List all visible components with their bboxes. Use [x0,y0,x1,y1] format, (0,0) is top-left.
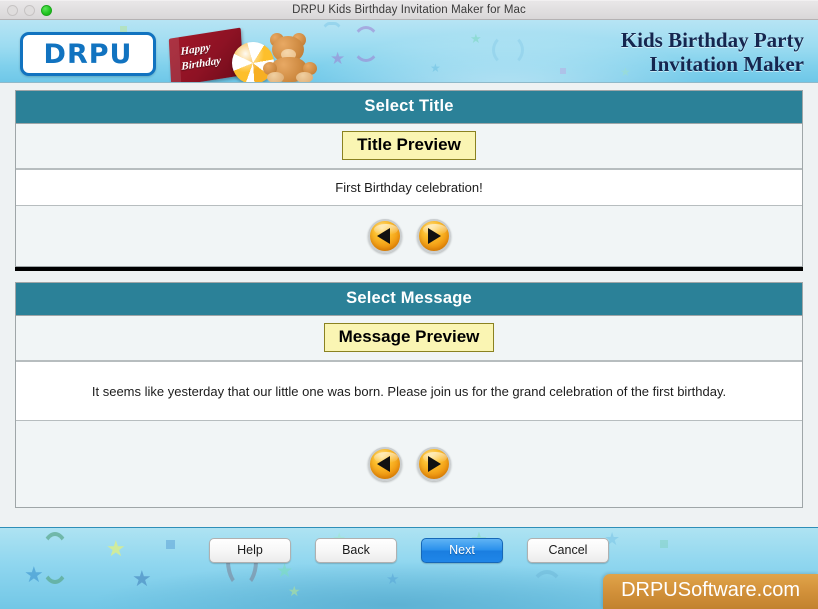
dialog-button-bar: Help Back Next Cancel [0,538,818,563]
message-value-display: It seems like yesterday that our little … [16,361,802,421]
title-preview-chip: Title Preview [342,131,476,160]
star-decoration [330,50,345,67]
help-button[interactable]: Help [209,538,291,563]
window-title: DRPU Kids Birthday Invitation Maker for … [292,4,526,16]
main-content: Select Title Title Preview First Birthda… [0,83,818,527]
select-title-panel: Select Title Title Preview First Birthda… [15,90,803,267]
app-header-title-line2: Invitation Maker [649,52,804,76]
select-title-header: Select Title [16,91,802,124]
message-next-button[interactable] [416,447,451,481]
window-controls [7,5,52,16]
minimize-button[interactable] [24,5,35,16]
arrow-left-icon [377,228,390,244]
card-spine [168,37,182,82]
message-previous-button[interactable] [367,447,402,481]
close-button[interactable] [7,5,18,16]
star-decoration [386,572,399,587]
confetti-streamer [492,34,524,66]
arrow-left-icon [377,456,390,472]
drpu-logo: DRPU [20,32,156,76]
arrow-right-icon [428,228,441,244]
star-decoration [276,562,293,581]
bear-leg-right [296,72,313,82]
teddy-bear-icon [262,32,324,82]
confetti-streamer [352,26,380,62]
select-message-panel: Select Message Message Preview It seems … [15,282,803,508]
arrow-right-icon [428,456,441,472]
star-decoration [132,568,152,590]
next-button[interactable]: Next [421,538,503,563]
message-preview-row: Message Preview [16,316,802,361]
back-button[interactable]: Back [315,538,397,563]
title-value-display: First Birthday celebration! [16,169,802,206]
window-titlebar: DRPU Kids Birthday Invitation Maker for … [0,0,818,20]
cancel-button[interactable]: Cancel [527,538,609,563]
title-next-button[interactable] [416,219,451,253]
footer-bar: Help Back Next Cancel DRPUSoftware.com [0,527,818,609]
bear-leg-left [267,72,284,82]
title-nav-row [16,206,802,266]
star-decoration [430,62,441,74]
star-decoration [288,584,301,598]
message-preview-chip: Message Preview [323,323,495,352]
section-gap [15,271,803,282]
app-header-banner: DRPU Happy Birthday Kids Birthday Party … [0,20,818,83]
app-header-title-line1: Kids Birthday Party [620,28,804,52]
select-message-header: Select Message [16,283,802,316]
app-header-title: Kids Birthday Party Invitation Maker [621,28,804,76]
title-preview-row: Title Preview [16,124,802,169]
drpu-logo-text: DRPU [43,38,133,70]
birthday-card-icon: Happy Birthday [168,27,244,82]
confetti-streamer [530,570,564,609]
application-window: DRPU Kids Birthday Invitation Maker for … [0,0,818,609]
drpu-software-watermark: DRPUSoftware.com [603,574,818,609]
star-decoration [24,564,44,586]
message-nav-row [16,421,802,507]
confetti-dot [560,68,566,74]
title-previous-button[interactable] [367,219,402,253]
zoom-button[interactable] [41,5,52,16]
star-decoration [470,32,482,45]
